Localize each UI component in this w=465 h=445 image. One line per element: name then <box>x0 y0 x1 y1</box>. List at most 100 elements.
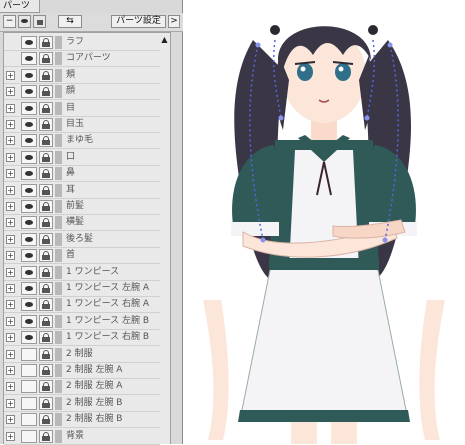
part-row[interactable]: +1 ワンピース 右腕 A <box>4 297 160 314</box>
expand-toggle[interactable]: + <box>6 382 15 392</box>
expand-toggle[interactable]: + <box>6 349 15 359</box>
visibility-eye-icon[interactable] <box>21 331 37 345</box>
visibility-eye-icon[interactable] <box>21 364 37 377</box>
expand-toggle[interactable]: + <box>6 398 15 408</box>
expand-toggle[interactable]: + <box>6 218 15 228</box>
collapse-all-button[interactable]: − <box>3 15 16 28</box>
visibility-eye-icon[interactable] <box>21 85 37 99</box>
visibility-eye-icon[interactable] <box>21 150 37 164</box>
visibility-eye-icon[interactable] <box>21 347 37 361</box>
visibility-eye-icon[interactable] <box>21 232 37 246</box>
expand-toggle[interactable]: + <box>6 87 15 97</box>
part-row[interactable]: + 鼻 <box>4 166 160 183</box>
part-row[interactable]: +2 制服 左腕 B <box>4 396 160 412</box>
panel-title-tab[interactable]: パーツ <box>0 0 40 13</box>
lock-icon[interactable] <box>39 347 53 361</box>
expand-toggle[interactable]: + <box>6 333 15 343</box>
visibility-eye-icon[interactable] <box>21 314 37 328</box>
part-row[interactable]: + 目玉 <box>4 117 160 133</box>
visibility-eye-icon[interactable] <box>21 249 37 263</box>
expand-toggle[interactable]: + <box>6 316 15 326</box>
lock-icon[interactable] <box>39 314 53 328</box>
lock-icon[interactable] <box>39 216 53 230</box>
lock-icon[interactable] <box>39 429 53 443</box>
expand-toggle[interactable]: + <box>6 234 15 244</box>
part-row[interactable]: ラフ <box>4 35 160 51</box>
part-row[interactable]: +1 ワンピース 左腕 B <box>4 314 160 330</box>
visibility-eye-icon[interactable] <box>21 282 37 295</box>
part-row[interactable]: + 前髪 <box>4 199 160 215</box>
expand-toggle[interactable]: + <box>6 169 15 179</box>
lock-icon[interactable] <box>39 183 53 197</box>
visibility-eye-icon[interactable] <box>21 118 37 131</box>
expand-toggle[interactable]: + <box>6 431 15 441</box>
visibility-eye-icon[interactable] <box>21 429 37 443</box>
lock-icon[interactable] <box>39 68 53 82</box>
part-row[interactable]: + 首 <box>4 248 160 265</box>
visibility-eye-icon[interactable] <box>21 413 37 427</box>
expand-toggle[interactable]: + <box>6 267 15 277</box>
toggle-lock-all-button[interactable] <box>33 15 46 28</box>
part-row[interactable]: +2 制服 <box>4 347 160 363</box>
expand-toggle[interactable]: + <box>6 284 15 293</box>
lock-icon[interactable] <box>39 85 53 99</box>
lock-icon[interactable] <box>39 380 53 394</box>
swap-button[interactable]: ⇆ <box>58 15 82 28</box>
lock-icon[interactable] <box>39 298 53 312</box>
lock-icon[interactable] <box>39 265 53 279</box>
visibility-eye-icon[interactable] <box>21 298 37 312</box>
lock-icon[interactable] <box>39 396 53 410</box>
part-row[interactable]: + 横髪 <box>4 215 160 232</box>
part-row[interactable]: + 口 <box>4 150 160 166</box>
part-row[interactable]: + 背景 <box>4 429 160 445</box>
expand-toggle[interactable]: + <box>6 300 15 310</box>
part-row[interactable]: + まゆ毛 <box>4 133 160 150</box>
parts-settings-button[interactable]: パーツ設定 <box>111 15 166 28</box>
visibility-eye-icon[interactable] <box>21 68 37 82</box>
lock-icon[interactable] <box>39 331 53 345</box>
part-row[interactable]: +2 制服 左腕 A <box>4 363 160 379</box>
expand-toggle[interactable]: + <box>6 103 15 113</box>
visibility-eye-icon[interactable] <box>21 265 37 279</box>
visibility-eye-icon[interactable] <box>21 183 37 197</box>
part-row[interactable]: + 顔 <box>4 84 160 101</box>
visibility-eye-icon[interactable] <box>21 101 37 115</box>
part-row[interactable]: +1 ワンピース <box>4 265 160 281</box>
expand-toggle[interactable]: + <box>6 202 15 211</box>
lock-icon[interactable] <box>39 413 53 427</box>
part-row[interactable]: + 目 <box>4 101 160 117</box>
part-row[interactable]: +2 制服 左腕 A <box>4 379 160 396</box>
visibility-eye-icon[interactable] <box>21 380 37 394</box>
lock-icon[interactable] <box>39 150 53 164</box>
part-row[interactable]: + 後ろ髪 <box>4 232 160 248</box>
expand-toggle[interactable]: + <box>6 70 15 80</box>
toggle-visibility-all-button[interactable] <box>18 15 31 28</box>
expand-toggle[interactable]: + <box>6 415 15 425</box>
visibility-eye-icon[interactable] <box>21 134 37 148</box>
lock-icon[interactable] <box>39 364 53 377</box>
expand-toggle[interactable]: + <box>6 366 15 375</box>
lock-icon[interactable] <box>39 282 53 295</box>
visibility-eye-icon[interactable] <box>21 396 37 410</box>
lock-icon[interactable] <box>39 249 53 263</box>
part-row[interactable]: +1 ワンピース 右腕 B <box>4 330 160 347</box>
expand-toggle[interactable]: + <box>6 251 15 261</box>
expand-toggle[interactable]: + <box>6 152 15 162</box>
expand-toggle[interactable]: + <box>6 185 15 195</box>
visibility-eye-icon[interactable] <box>21 36 37 49</box>
lock-icon[interactable] <box>39 232 53 246</box>
part-row[interactable]: +2 制服 右腕 B <box>4 412 160 429</box>
lock-icon[interactable] <box>39 134 53 148</box>
part-row[interactable]: コアパーツ <box>4 51 160 68</box>
lock-icon[interactable] <box>39 167 53 181</box>
scroll-up-arrow[interactable]: ▲ <box>160 35 169 44</box>
visibility-eye-icon[interactable] <box>21 52 37 66</box>
canvas-area[interactable] <box>183 0 465 444</box>
visibility-eye-icon[interactable] <box>21 167 37 181</box>
expand-toggle[interactable]: + <box>6 120 15 129</box>
visibility-eye-icon[interactable] <box>21 216 37 230</box>
lock-icon[interactable] <box>39 101 53 115</box>
part-row[interactable]: + 頬 <box>4 68 160 84</box>
part-row[interactable]: +1 ワンピース 左腕 A <box>4 281 160 297</box>
expand-toggle[interactable]: + <box>6 136 15 146</box>
